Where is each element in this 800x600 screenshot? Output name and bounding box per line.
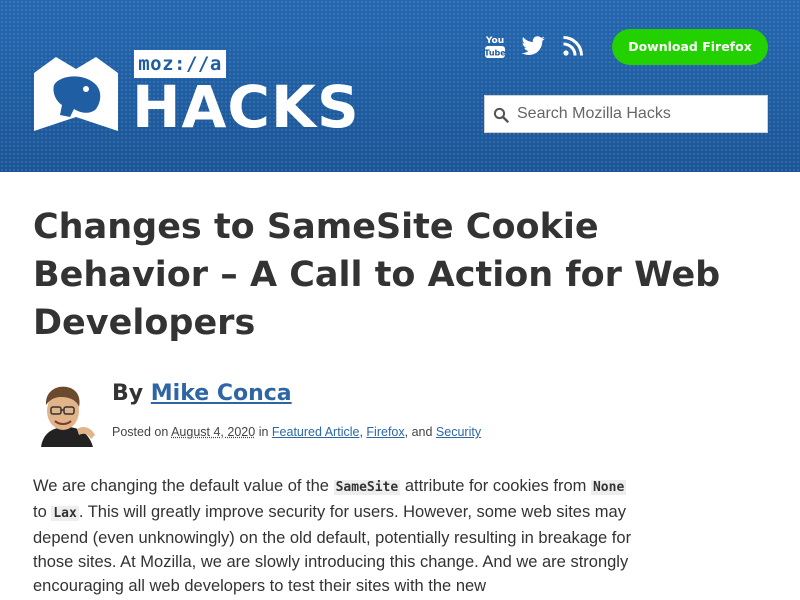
post-meta: Posted on August 4, 2020 in Featured Art… [112,425,481,439]
hacks-wordmark[interactable]: HACKS [132,74,360,140]
category-link-featured-article[interactable]: Featured Article [272,425,360,439]
youtube-text-bottom: Tube [484,49,506,58]
rss-icon[interactable] [560,32,586,60]
code-samesite: SameSite [333,480,401,495]
download-firefox-button[interactable]: Download Firefox [612,29,768,65]
search-icon [493,107,509,123]
search-input[interactable] [517,96,763,132]
posted-prefix: Posted on [112,425,169,439]
category-and-separator: , and [404,425,433,439]
youtube-text-top: You [485,36,504,46]
byline-prefix: By [112,381,144,406]
site-header: moz://a HACKS You Tube Download Firefox [0,0,800,172]
post-date: August 4, 2020 [171,425,256,439]
in-text: in [258,425,269,439]
author-link[interactable]: Mike Conca [151,381,292,406]
search-box [484,95,768,133]
category-link-security[interactable]: Security [436,425,481,439]
category-separator: , [359,425,363,439]
paragraph-text-4: . This will greatly improve security for… [33,503,632,595]
paragraph-text-3: to [33,503,47,521]
article-paragraph: We are changing the default value of the… [33,474,633,598]
category-link-firefox[interactable]: Firefox [366,425,404,439]
paragraph-text-1: We are changing the default value of the [33,477,329,495]
twitter-icon[interactable] [521,32,547,60]
article-title: Changes to SameSite Cookie Behavior – A … [33,207,721,343]
byline: By Mike Conca [112,381,292,406]
code-lax: Lax [51,506,79,521]
paragraph-text-2: attribute for cookies from [404,477,587,495]
author-avatar[interactable] [33,381,99,447]
youtube-icon[interactable]: You Tube [482,32,508,60]
code-none: None [590,480,627,495]
dino-logo-icon[interactable] [30,55,122,133]
